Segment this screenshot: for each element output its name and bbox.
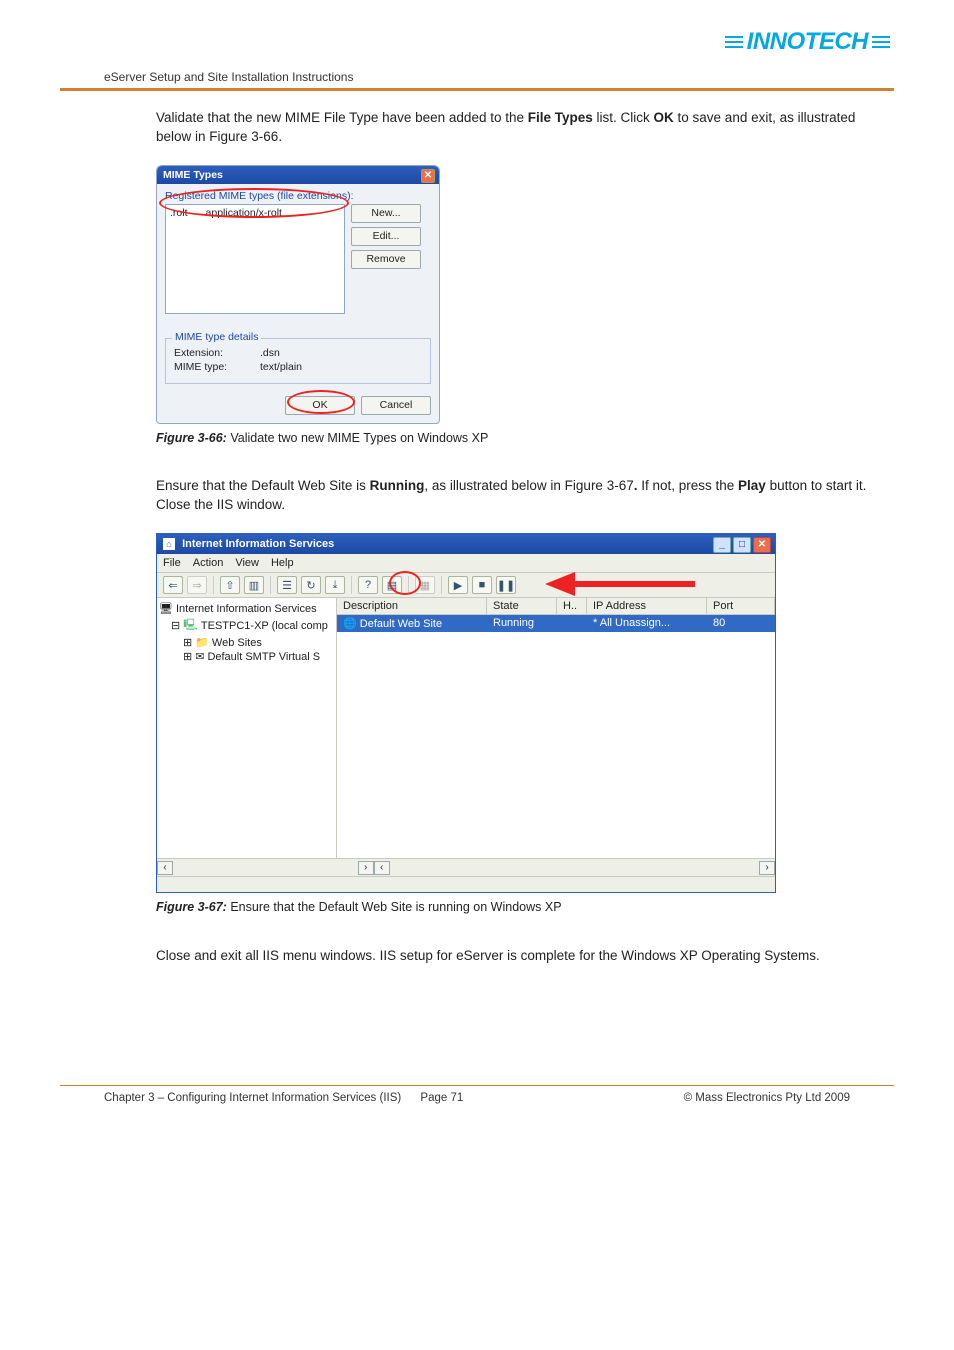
table-row[interactable]: 🌐 Default Web Site Running * All Unassig…	[337, 615, 775, 632]
new-button[interactable]: New...	[351, 204, 421, 223]
up-icon[interactable]: ⇧	[220, 576, 240, 594]
stop-icon[interactable]: ■	[472, 576, 492, 594]
mime-details-group: MIME type details Extension: .dsn MIME t…	[165, 338, 431, 384]
paragraph-1: Validate that the new MIME File Type hav…	[156, 109, 884, 147]
list-item[interactable]: .rolt application/x-rolt	[170, 207, 340, 219]
remove-button[interactable]: Remove	[351, 250, 421, 269]
minimize-icon[interactable]: _	[713, 537, 731, 553]
iis-window: ⌂ Internet Information Services _ □ ✕ Fi…	[156, 533, 776, 893]
close-icon[interactable]: ✕	[421, 169, 435, 183]
tree-item-smtp[interactable]: ⊞ ✉ Default SMTP Virtual S	[183, 650, 334, 663]
col-state[interactable]: State	[487, 598, 557, 614]
col-ip[interactable]: IP Address	[587, 598, 707, 614]
export-icon[interactable]: ⤓	[325, 576, 345, 594]
toolbar: ⇐ ⇒ ⇧ ▥ ☰ ↻ ⤓ ? ▤ ▦ ▶ ■ ❚❚	[157, 573, 775, 598]
app-icon: ⌂	[163, 538, 175, 550]
scroll-left-icon[interactable]: ‹	[157, 861, 173, 875]
menu-file[interactable]: File	[163, 557, 181, 569]
tree-pane[interactable]: 🖥 Internet Information Services ⊟ 🖳 TEST…	[157, 598, 337, 858]
doc-subtitle: eServer Setup and Site Installation Inst…	[104, 70, 894, 84]
show-hide-icon[interactable]: ▥	[244, 576, 264, 594]
scroll-right-icon[interactable]: ›	[358, 861, 374, 875]
computer-icon: 🖳	[183, 616, 198, 635]
col-port[interactable]: Port	[707, 598, 775, 614]
mimetype-label: MIME type:	[174, 361, 234, 373]
scrollbar[interactable]: ‹ › ‹ ›	[157, 858, 775, 876]
column-headers[interactable]: Description State H.. IP Address Port	[337, 598, 775, 615]
menu-view[interactable]: View	[235, 557, 259, 569]
start-disabled-icon: ▦	[415, 576, 435, 594]
forward-icon: ⇒	[187, 576, 207, 594]
ok-button[interactable]: OK	[285, 396, 355, 415]
tree-root[interactable]: 🖥 Internet Information Services	[159, 602, 334, 615]
menu-help[interactable]: Help	[271, 557, 294, 569]
mimetype-value: text/plain	[260, 361, 302, 373]
tree-item-host[interactable]: ⊟ 🖳 TESTPC1-XP (local comp	[171, 616, 334, 635]
help-icon[interactable]: ?	[358, 576, 378, 594]
iis-root-icon: 🖥	[159, 602, 173, 615]
maximize-icon[interactable]: □	[733, 537, 751, 553]
paragraph-3: Close and exit all IIS menu windows. IIS…	[156, 947, 884, 966]
figure-3-67-caption: Figure 3-67: Ensure that the Default Web…	[156, 899, 884, 917]
pause-icon[interactable]: ❚❚	[496, 576, 516, 594]
status-bar	[157, 876, 775, 892]
scroll-right-icon[interactable]: ›	[759, 861, 775, 875]
mime-list[interactable]: .rolt application/x-rolt	[165, 204, 345, 314]
tree-item-websites[interactable]: ⊞ 📁 Web Sites	[183, 636, 334, 649]
edit-button[interactable]: Edit...	[351, 227, 421, 246]
extension-label: Extension:	[174, 347, 234, 359]
properties-icon[interactable]: ☰	[277, 576, 297, 594]
figure-3-66-caption: Figure 3-66: Validate two new MIME Types…	[156, 430, 884, 448]
menu-action[interactable]: Action	[193, 557, 224, 569]
play-icon[interactable]: ▶	[448, 576, 468, 594]
paragraph-2: Ensure that the Default Web Site is Runn…	[156, 477, 884, 515]
page-footer: Chapter 3 – Configuring Internet Informa…	[60, 1092, 894, 1104]
folder-icon: 📁	[195, 636, 209, 649]
scroll-left-icon[interactable]: ‹	[374, 861, 390, 875]
close-icon[interactable]: ✕	[753, 537, 771, 553]
menu-bar: File Action View Help	[157, 554, 775, 573]
header-rule	[60, 88, 894, 91]
expand-icon[interactable]: ⊞	[183, 650, 192, 663]
expand-icon[interactable]: ⊟	[171, 619, 180, 632]
col-description[interactable]: Description	[337, 598, 487, 614]
extension-value: .dsn	[260, 347, 280, 359]
dialog-title: MIME Types ✕	[157, 166, 439, 184]
footer-rule	[60, 1085, 894, 1086]
globe-icon: 🌐	[343, 618, 357, 630]
back-icon[interactable]: ⇐	[163, 576, 183, 594]
col-host[interactable]: H..	[557, 598, 587, 614]
content-pane: Description State H.. IP Address Port 🌐 …	[337, 598, 775, 858]
expand-icon[interactable]: ⊞	[183, 636, 192, 649]
window-title: ⌂ Internet Information Services _ □ ✕	[157, 534, 775, 554]
smtp-icon: ✉	[195, 650, 204, 663]
view-icon[interactable]: ▤	[382, 576, 402, 594]
annotation-arrow-icon	[545, 572, 705, 596]
brand-logo: INNOTECH	[721, 28, 894, 56]
registered-label: Registered MIME types (file extensions):	[165, 190, 431, 202]
cancel-button[interactable]: Cancel	[361, 396, 431, 415]
mime-types-dialog: MIME Types ✕ Registered MIME types (file…	[156, 165, 440, 424]
refresh-icon[interactable]: ↻	[301, 576, 321, 594]
